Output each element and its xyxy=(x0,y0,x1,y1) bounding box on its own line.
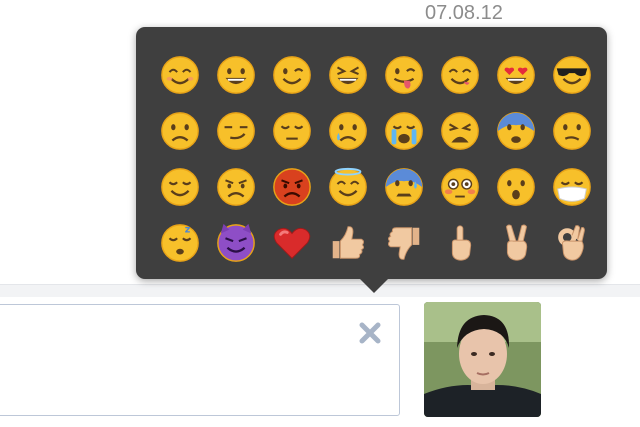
relieved-face-icon xyxy=(161,168,199,206)
winking-face-icon xyxy=(273,56,311,94)
message-input-box[interactable] xyxy=(0,304,400,416)
emoji-halo-face[interactable] xyxy=(320,159,376,215)
emoji-devil-face[interactable] xyxy=(208,215,264,271)
disappointed-face-icon xyxy=(161,112,199,150)
crying-face-icon xyxy=(329,112,367,150)
emoji-pointing-up[interactable] xyxy=(432,215,488,271)
pensive-face-icon xyxy=(273,112,311,150)
message-input[interactable] xyxy=(0,305,399,415)
thumbs-down-icon xyxy=(387,227,420,260)
surprised-face-icon xyxy=(497,168,535,206)
mask-face-icon xyxy=(553,168,591,206)
emoji-weary-face[interactable] xyxy=(432,103,488,159)
pouting-face-icon xyxy=(273,168,311,206)
emoji-flushed-face[interactable] xyxy=(432,159,488,215)
red-heart-icon xyxy=(273,227,311,259)
cold-sweat-face-icon xyxy=(385,168,423,206)
emoji-fearful-face[interactable] xyxy=(488,103,544,159)
ok-hand-icon xyxy=(558,225,585,261)
emoji-sleeping-face[interactable]: z xyxy=(152,215,208,271)
close-icon xyxy=(359,322,381,344)
halo-face-icon xyxy=(329,167,367,206)
pointing-up-icon xyxy=(451,225,472,261)
victory-hand-icon xyxy=(505,224,528,261)
emoji-victory-hand[interactable] xyxy=(488,215,544,271)
emoji-mask-face[interactable] xyxy=(544,159,600,215)
emoji-red-heart[interactable] xyxy=(264,215,320,271)
sleeping-face-icon: z xyxy=(161,224,199,262)
svg-text:z: z xyxy=(185,225,191,236)
emoji-sunglasses-face[interactable] xyxy=(544,47,600,103)
sobbing-face-icon xyxy=(385,112,423,150)
angry-face-icon xyxy=(217,168,255,206)
fearful-face-icon xyxy=(497,112,535,150)
devil-face-icon xyxy=(217,223,255,262)
avatar[interactable] xyxy=(424,302,541,417)
emoji-angry-face[interactable] xyxy=(208,159,264,215)
user-avatar-image xyxy=(424,302,541,417)
grinning-face-icon xyxy=(217,56,255,94)
emoji-pouting-face[interactable] xyxy=(264,159,320,215)
emoji-heart-eyes-face[interactable] xyxy=(488,47,544,103)
emoji-sobbing-face[interactable] xyxy=(376,103,432,159)
emoji-grid: z xyxy=(152,47,600,271)
thumbs-up-icon xyxy=(332,226,365,259)
emoji-cold-sweat-face[interactable] xyxy=(376,159,432,215)
smiling-face-icon xyxy=(161,56,199,94)
sunglasses-face-icon xyxy=(553,56,591,94)
emoji-disappointed-face[interactable] xyxy=(152,103,208,159)
confused-face-icon xyxy=(553,112,591,150)
emoji-crying-face[interactable] xyxy=(320,103,376,159)
emoji-ok-hand[interactable] xyxy=(544,215,600,271)
smirking-face-icon xyxy=(217,112,255,150)
clear-button[interactable] xyxy=(355,318,385,348)
weary-face-icon xyxy=(441,112,479,150)
date-label: 07.08.12 xyxy=(425,2,503,24)
emoji-grinning-face[interactable] xyxy=(208,47,264,103)
tongue-wink-face-icon xyxy=(385,56,423,94)
flushed-face-icon xyxy=(441,168,479,206)
emoji-smiling-face[interactable] xyxy=(152,47,208,103)
emoji-smirking-face[interactable] xyxy=(208,103,264,159)
emoji-surprised-face[interactable] xyxy=(488,159,544,215)
emoji-laughing-face[interactable] xyxy=(320,47,376,103)
emoji-thumbs-up[interactable] xyxy=(320,215,376,271)
emoji-winking-face[interactable] xyxy=(264,47,320,103)
laughing-face-icon xyxy=(329,56,367,94)
section-divider xyxy=(0,284,640,297)
emoji-yum-face[interactable] xyxy=(432,47,488,103)
emoji-thumbs-down[interactable] xyxy=(376,215,432,271)
emoji-pensive-face[interactable] xyxy=(264,103,320,159)
heart-eyes-face-icon xyxy=(497,56,535,94)
emoji-picker-popup: z xyxy=(136,27,607,293)
emoji-relieved-face[interactable] xyxy=(152,159,208,215)
yum-face-icon xyxy=(441,56,479,94)
emoji-confused-face[interactable] xyxy=(544,103,600,159)
emoji-tongue-wink-face[interactable] xyxy=(376,47,432,103)
